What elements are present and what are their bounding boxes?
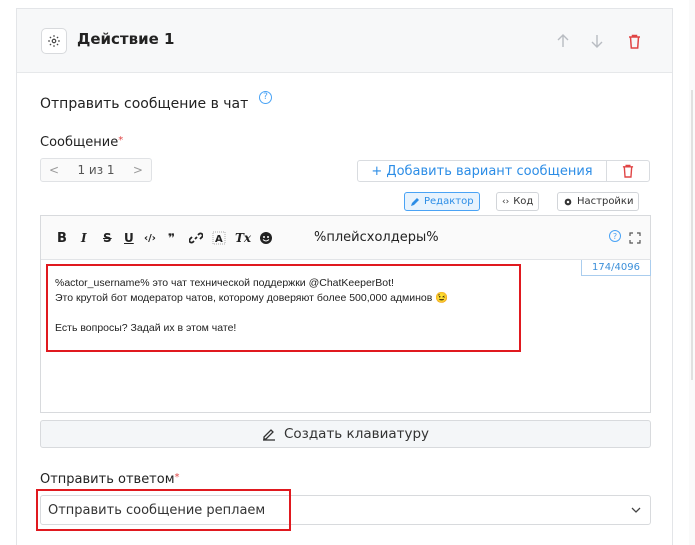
- code-icon: ‹›: [502, 196, 510, 207]
- strike-button[interactable]: S: [103, 230, 112, 246]
- spoiler-button[interactable]: A: [212, 230, 226, 246]
- variant-pager: < 1 из 1 >: [40, 158, 152, 182]
- emoji-icon: [260, 232, 272, 244]
- create-keyboard-button[interactable]: Создать клавиатуру: [40, 420, 651, 448]
- quote-button[interactable]: ❞: [168, 230, 175, 246]
- help-icon[interactable]: ?: [259, 91, 272, 104]
- bold-button[interactable]: B: [57, 230, 67, 246]
- link-icon: [189, 232, 203, 244]
- mode-code-button[interactable]: ‹› Код: [496, 192, 540, 211]
- underline-button[interactable]: U: [124, 230, 134, 246]
- action-header: Действие 1: [17, 9, 672, 73]
- expand-icon: [629, 232, 641, 244]
- reply-label: Отправить ответом*: [40, 472, 180, 487]
- editor-help-icon[interactable]: ?: [609, 230, 621, 242]
- spoiler-icon: A: [212, 231, 226, 245]
- section-title: Отправить сообщение в чат: [40, 96, 249, 112]
- pencil-icon: [411, 197, 419, 206]
- move-up-button[interactable]: [555, 33, 571, 49]
- mode-settings-label: Настройки: [577, 196, 634, 207]
- create-keyboard-label: Создать клавиатуру: [283, 426, 430, 442]
- required-mark: *: [118, 135, 124, 146]
- required-mark: *: [174, 472, 180, 483]
- gear-icon: [48, 35, 60, 47]
- trash-icon: [622, 164, 634, 178]
- code-button[interactable]: ‹/›: [144, 230, 156, 246]
- editor-toolbar: B I S U ‹/› ❞ A Tx %плейсхолдеры% ?: [41, 216, 650, 260]
- arrow-down-icon: [591, 35, 603, 48]
- fullscreen-button[interactable]: [629, 230, 641, 246]
- message-label: Сообщение*: [40, 135, 124, 150]
- pen-icon: [262, 429, 275, 441]
- move-down-button[interactable]: [589, 33, 605, 49]
- delete-variant-button[interactable]: [606, 160, 650, 182]
- action-title: Действие 1: [77, 30, 175, 48]
- emoji-button[interactable]: [259, 230, 273, 246]
- link-button[interactable]: [189, 230, 203, 246]
- pager-current: 1 из 1: [77, 163, 115, 177]
- delete-action-button[interactable]: [626, 33, 642, 49]
- char-counter: 174/4096: [581, 260, 651, 276]
- placeholders-button[interactable]: %плейсхолдеры%: [314, 230, 439, 245]
- gear-icon: [564, 198, 572, 205]
- mode-settings-button[interactable]: Настройки: [557, 192, 640, 211]
- scroll-track-line: [691, 90, 693, 380]
- annotation-box-message: [46, 264, 521, 352]
- mode-code-label: Код: [513, 196, 534, 207]
- mode-editor-button[interactable]: Редактор: [404, 192, 480, 211]
- pager-prev-button[interactable]: <: [49, 163, 59, 177]
- italic-button[interactable]: I: [81, 230, 87, 246]
- mode-editor-label: Редактор: [424, 196, 474, 207]
- clear-format-button[interactable]: Tx: [235, 230, 251, 246]
- chevron-down-icon: [631, 507, 641, 513]
- pager-next-button[interactable]: >: [133, 163, 143, 177]
- svg-text:A: A: [215, 234, 223, 245]
- action-settings-button[interactable]: [41, 28, 67, 54]
- add-variant-button[interactable]: + Добавить вариант сообщения: [357, 160, 607, 182]
- arrow-up-icon: [557, 34, 569, 47]
- annotation-box-reply: [36, 489, 291, 531]
- trash-icon: [628, 34, 640, 49]
